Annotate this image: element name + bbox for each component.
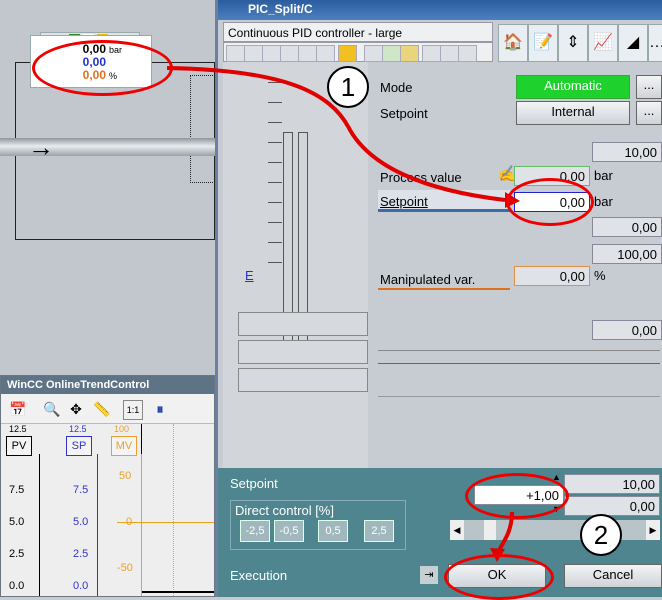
callout-badge-2: 2	[580, 514, 622, 556]
callout-ellipse-entry	[465, 473, 569, 519]
callout-ellipse-setpoint	[506, 178, 594, 226]
callout-ellipse-ok	[444, 554, 554, 600]
callout-badge-1: 1	[327, 66, 369, 108]
